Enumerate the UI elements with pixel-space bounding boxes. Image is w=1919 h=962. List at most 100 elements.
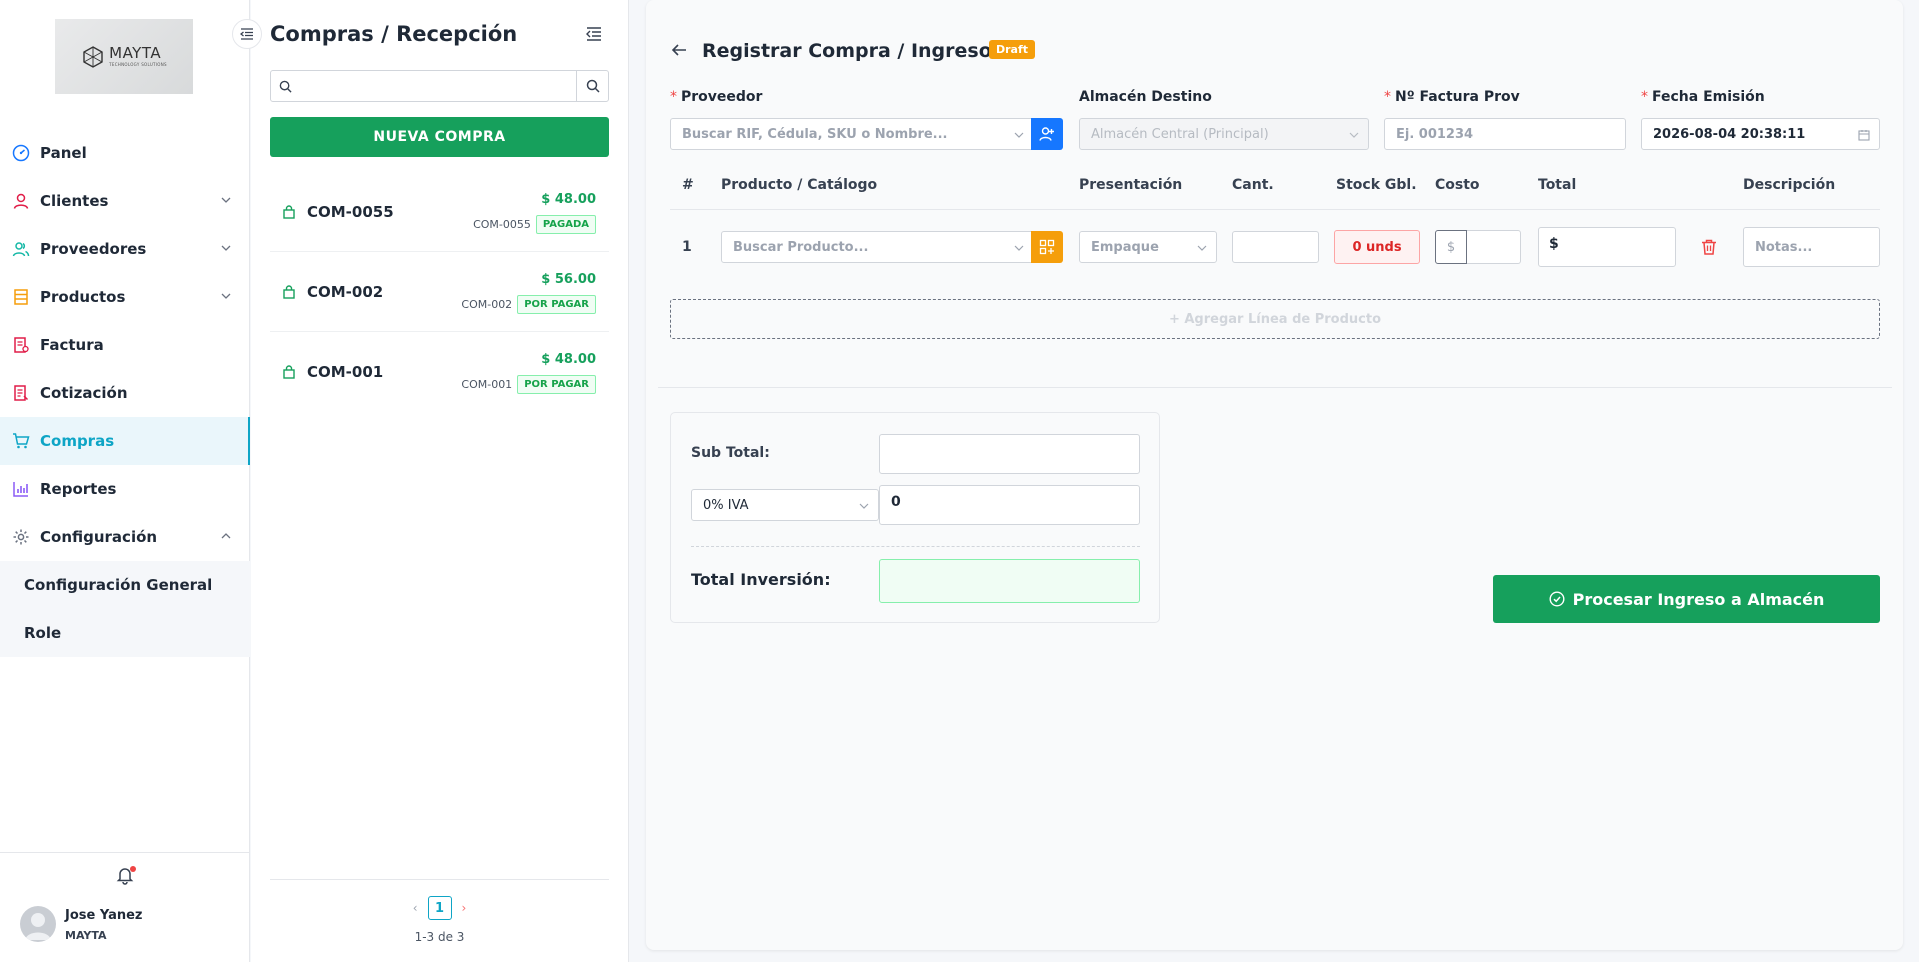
nav-item-clientes[interactable]: Clientes [0, 177, 250, 225]
nav-label-compras: Compras [40, 432, 115, 450]
col-header-descripcion: Descripción [1743, 177, 1836, 193]
presentacion-select[interactable]: Empaque [1079, 231, 1217, 263]
mayta-logo[interactable]: MAYTA TECHNOLOGY SOLUTIONS [55, 19, 193, 94]
logo-name: MAYTA [109, 44, 162, 62]
col-header-costo: Costo [1435, 177, 1480, 193]
user-org: MAYTA [65, 929, 107, 942]
col-header-presentacion: Presentación [1079, 177, 1183, 193]
calendar-icon [1858, 130, 1870, 141]
menu-fold-icon [240, 28, 253, 40]
factura-label: * Nº Factura Prov [1384, 89, 1520, 105]
list-menu-icon[interactable] [585, 25, 603, 43]
logo-mark-icon [83, 45, 103, 68]
list-item[interactable]: COM-002 $ 56.00 COM-002 POR PAGAR [270, 252, 609, 332]
nav-item-factura[interactable]: Factura [0, 321, 250, 369]
sidebar-footer: Jose Yanez MAYTA [0, 852, 250, 962]
avatar[interactable] [20, 906, 56, 942]
add-supplier-button[interactable] [1031, 118, 1063, 150]
search-input[interactable] [299, 71, 576, 101]
chevron-up-icon [221, 533, 231, 539]
user-name: Jose Yanez [65, 908, 143, 923]
status-badge: POR PAGAR [517, 375, 596, 394]
nav-item-configuracion[interactable]: Configuración [0, 513, 250, 561]
producto-select[interactable]: Buscar Producto... [721, 231, 1034, 263]
status-badge: PAGADA [535, 215, 596, 234]
new-purchase-button[interactable]: NUEVA COMPRA [270, 117, 609, 157]
process-entry-button[interactable]: Procesar Ingreso a Almacén [1493, 575, 1880, 623]
notification-dot [130, 866, 136, 872]
bag-icon [283, 205, 295, 219]
nav-item-productos[interactable]: Productos [0, 273, 250, 321]
catalog-grid-icon [1039, 239, 1055, 255]
nav-item-panel[interactable]: Panel [0, 129, 250, 177]
nav-label-configuracion: Configuración [40, 528, 158, 546]
trash-icon[interactable] [1700, 238, 1718, 256]
box-icon [12, 288, 30, 306]
proveedor-select[interactable]: Buscar RIF, Cédula, SKU o Nombre... [670, 118, 1034, 150]
nav-item-cotizacion[interactable]: Cotización [0, 369, 250, 417]
grand-total-field [879, 559, 1140, 603]
col-header-total: Total [1538, 177, 1577, 193]
dashboard-icon [12, 144, 30, 162]
factura-input[interactable]: Ej. 001234 [1384, 118, 1626, 150]
purchase-amount: $ 56.00 [541, 272, 596, 287]
purchase-code: COM-002 [307, 283, 384, 301]
prev-page-icon[interactable]: ‹ [413, 901, 418, 915]
iva-select[interactable]: 0% IVA [691, 489, 879, 521]
list-item[interactable]: COM-001 $ 48.00 COM-001 POR PAGAR [270, 332, 609, 412]
catalog-button[interactable] [1031, 231, 1063, 263]
proveedor-label: * Proveedor [670, 89, 763, 105]
nav-item-proveedores[interactable]: Proveedores [0, 225, 250, 273]
col-header-stock: Stock Gbl. [1336, 177, 1417, 193]
almacen-label: Almacén Destino [1079, 89, 1212, 105]
add-product-line-button[interactable]: + Agregar Línea de Producto [670, 299, 1880, 339]
nav-label-clientes: Clientes [40, 192, 109, 210]
chart-icon [12, 480, 30, 498]
search-icon [586, 79, 600, 93]
users-icon [12, 240, 30, 258]
pagination: ‹ 1 › 1-3 de 3 [270, 879, 609, 962]
invoice-icon [12, 336, 30, 354]
section-divider [658, 387, 1892, 388]
chevron-down-icon [221, 197, 231, 203]
costo-input[interactable] [1467, 230, 1521, 264]
config-subnav: Configuración General Role [0, 561, 250, 657]
list-item[interactable]: COM-0055 $ 48.00 COM-0055 PAGADA [270, 172, 609, 252]
costo-input-group[interactable]: $ [1435, 230, 1521, 264]
next-page-icon[interactable]: › [462, 901, 467, 915]
purchase-ref: COM-002 [461, 298, 513, 311]
nav-subitem-role[interactable]: Role [0, 609, 250, 657]
list-title: Compras / Recepción [270, 22, 518, 46]
bag-icon [283, 365, 295, 379]
descripcion-input[interactable]: Notas... [1743, 227, 1880, 267]
draft-badge: Draft [989, 40, 1036, 59]
almacen-select[interactable]: Almacén Central (Principal) [1079, 118, 1369, 150]
nav-label-proveedores: Proveedores [40, 240, 147, 258]
table-header-divider [670, 209, 1880, 210]
sidebar-collapse-button[interactable] [232, 19, 262, 49]
nav-item-compras[interactable]: Compras [0, 417, 250, 465]
search-button[interactable] [576, 71, 608, 101]
bag-icon [283, 285, 295, 299]
check-circle-icon [1549, 591, 1565, 607]
pagination-range: 1-3 de 3 [414, 930, 465, 944]
cart-icon [12, 432, 30, 450]
col-header-producto: Producto / Catálogo [721, 177, 878, 193]
cantidad-input[interactable] [1232, 231, 1319, 263]
cost-currency-prefix: $ [1435, 230, 1467, 264]
purchase-ref: COM-0055 [473, 218, 531, 231]
status-badge: POR PAGAR [517, 295, 596, 314]
nav-label-panel: Panel [40, 144, 87, 162]
arrow-left-icon[interactable] [670, 41, 688, 59]
chevron-down-icon [1349, 132, 1359, 138]
iva-amount-field[interactable]: 0 [879, 485, 1140, 525]
purchase-ref: COM-001 [461, 378, 513, 391]
chevron-down-icon [221, 293, 231, 299]
page-number[interactable]: 1 [427, 896, 452, 920]
sidebar: MAYTA TECHNOLOGY SOLUTIONS Panel Cliente… [0, 0, 250, 962]
nav-subitem-configuracion-general[interactable]: Configuración General [0, 561, 250, 609]
nav-item-reportes[interactable]: Reportes [0, 465, 250, 513]
purchase-code: COM-0055 [307, 203, 394, 221]
fecha-picker[interactable]: 2026-08-04 20:38:11 [1641, 118, 1880, 150]
search-icon [271, 71, 299, 101]
